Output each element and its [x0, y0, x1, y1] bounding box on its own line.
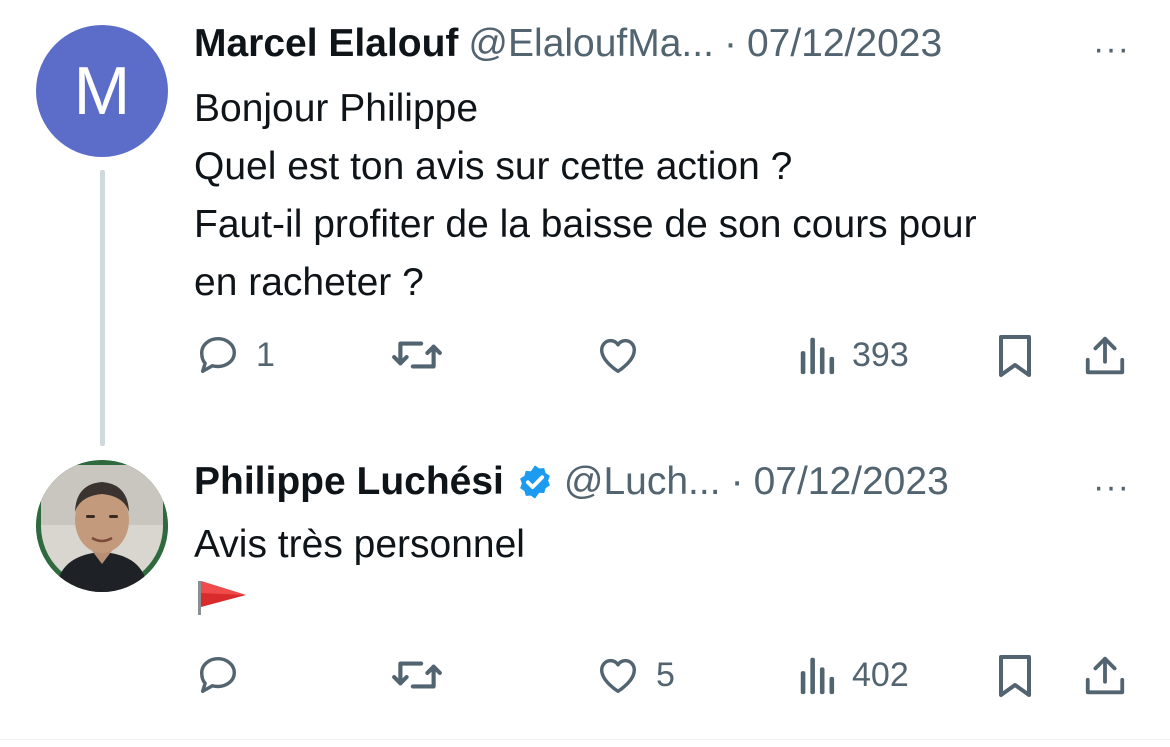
- tweet-header: Philippe Luchési @Luch... · 07/12/2023 ·…: [194, 460, 1130, 510]
- divider: [0, 739, 1170, 740]
- share-icon: [1085, 656, 1125, 695]
- tweet-line: en racheter ?: [194, 261, 424, 304]
- red-flag-emoji-icon: [198, 581, 246, 615]
- reply-count: 1: [256, 335, 275, 374]
- share-button[interactable]: [1082, 332, 1128, 380]
- tweet-philippe[interactable]: Philippe Luchési @Luch... · 07/12/2023 ·…: [0, 440, 1170, 740]
- views-button[interactable]: 402: [798, 652, 909, 698]
- more-options-icon[interactable]: ···: [1093, 30, 1130, 69]
- author-name[interactable]: Marcel Elalouf: [194, 22, 458, 66]
- verified-badge-icon[interactable]: [516, 463, 554, 501]
- action-bar: 5 402: [194, 652, 1134, 702]
- bookmark-icon: [999, 655, 1031, 697]
- profile-photo-icon: [36, 460, 168, 592]
- tweet-date[interactable]: 07/12/2023: [754, 460, 949, 504]
- tweet-marcel[interactable]: M Marcel Elalouf @ElaloufMa... · 07/12/2…: [0, 0, 1170, 446]
- reply-button[interactable]: 1: [194, 332, 275, 378]
- retweet-button[interactable]: [390, 652, 444, 698]
- views-button[interactable]: 393: [798, 332, 909, 378]
- avatar-letter: M: [73, 53, 131, 129]
- views-count: 393: [852, 335, 909, 374]
- tweet-line: Bonjour Philippe: [194, 87, 479, 130]
- tweet-line: Avis très personnel: [194, 523, 525, 566]
- heart-icon: [599, 658, 637, 694]
- retweet-button[interactable]: [390, 332, 444, 378]
- tweet-line: Quel est ton avis sur cette action ?: [194, 145, 793, 188]
- more-options-icon[interactable]: ···: [1093, 468, 1130, 507]
- bookmark-button[interactable]: [994, 652, 1036, 700]
- tweet-line: Faut-il profiter de la baisse de son cou…: [194, 203, 977, 246]
- views-count: 402: [852, 655, 909, 694]
- author-handle[interactable]: @ElaloufMa...: [468, 22, 714, 66]
- separator-dot: ·: [723, 22, 737, 65]
- avatar-philippe[interactable]: [36, 460, 168, 592]
- views-chart-icon: [800, 657, 835, 695]
- tweet-header: Marcel Elalouf @ElaloufMa... · 07/12/202…: [194, 22, 1130, 72]
- share-icon: [1085, 336, 1125, 375]
- views-chart-icon: [800, 337, 835, 375]
- like-count: 5: [656, 655, 675, 694]
- author-name[interactable]: Philippe Luchési: [194, 460, 504, 504]
- like-button[interactable]: 5: [594, 652, 675, 698]
- tweet-date[interactable]: 07/12/2023: [747, 22, 942, 66]
- bookmark-icon: [999, 335, 1031, 377]
- retweet-icon: [392, 341, 442, 369]
- action-bar: 1 393: [194, 332, 1134, 382]
- avatar-marcel[interactable]: M: [36, 25, 168, 157]
- reply-button[interactable]: [194, 652, 256, 698]
- bookmark-button[interactable]: [994, 332, 1036, 380]
- retweet-icon: [392, 661, 442, 689]
- share-button[interactable]: [1082, 652, 1128, 700]
- separator-dot: ·: [730, 460, 744, 503]
- reply-icon: [199, 656, 237, 694]
- reply-icon: [199, 336, 237, 374]
- like-button[interactable]: [594, 332, 656, 378]
- tweet-text: Avis très personnel: [194, 516, 1134, 632]
- thread-line: [100, 170, 105, 446]
- tweet-text: Bonjour Philippe Quel est ton avis sur c…: [194, 80, 1134, 312]
- heart-icon: [599, 338, 637, 374]
- author-handle[interactable]: @Luch...: [564, 460, 721, 504]
